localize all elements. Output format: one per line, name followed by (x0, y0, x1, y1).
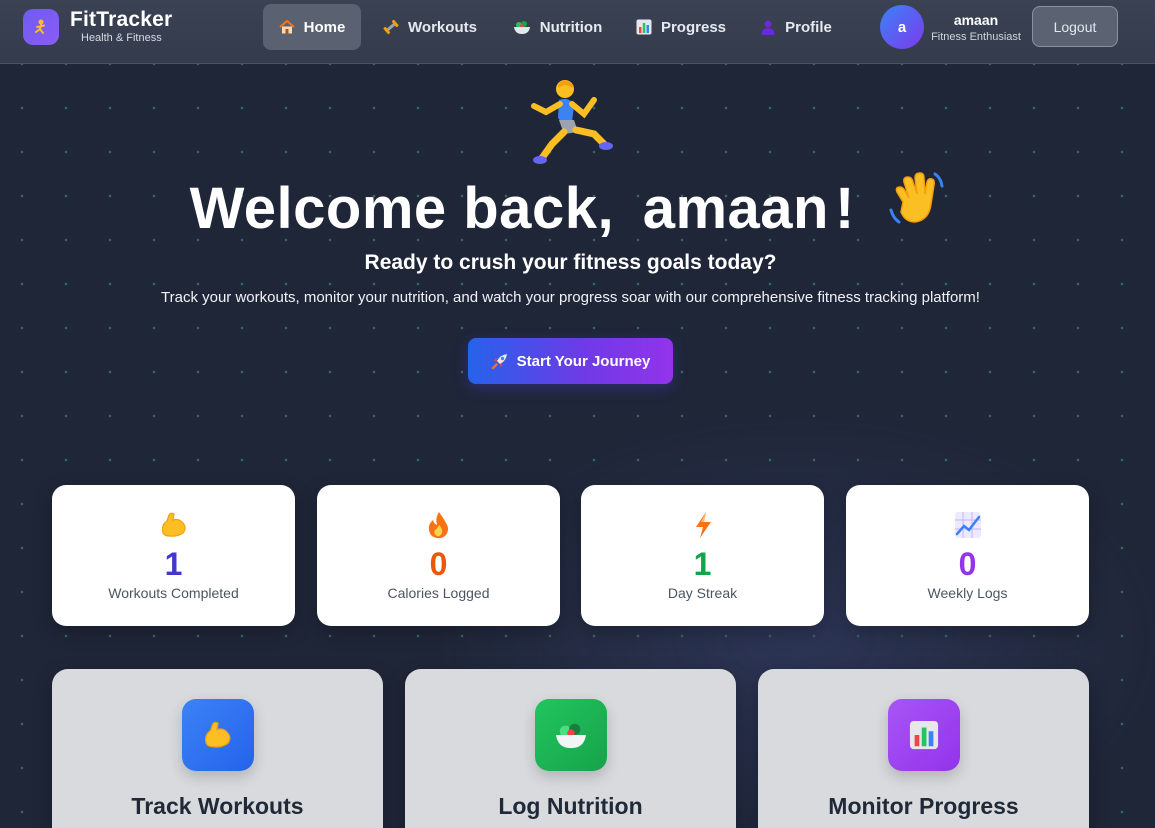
bar-chart-icon (636, 19, 652, 35)
dumbbell-icon (383, 19, 399, 35)
stat-label-calories: Calories Logged (387, 585, 490, 601)
nav-nutrition-label: Nutrition (539, 18, 603, 36)
salad-bowl-icon (535, 699, 607, 771)
feature-card-monitor-progress[interactable]: Monitor Progress (758, 669, 1089, 828)
stat-label-weekly: Weekly Logs (927, 585, 1008, 601)
stat-card-streak: 1 Day Streak (581, 485, 824, 626)
fire-icon (317, 511, 560, 539)
waving-hand-icon (887, 170, 945, 244)
hero-subtitle: Ready to crush your fitness goals today? (364, 251, 777, 274)
bar-chart-icon (888, 699, 960, 771)
stat-value-weekly: 0 (958, 546, 977, 582)
trend-chart-icon (846, 511, 1089, 539)
nav-home[interactable]: Home (263, 4, 361, 50)
stat-label-streak: Day Streak (667, 585, 738, 601)
stat-card-weekly: 0 Weekly Logs (846, 485, 1089, 626)
feature-title-monitor-progress: Monitor Progress (828, 793, 1019, 819)
nav-nutrition[interactable]: Nutrition (500, 4, 615, 50)
stat-value-streak: 1 (693, 546, 712, 582)
start-journey-label: Start Your Journey (516, 352, 651, 370)
rocket-icon (491, 352, 509, 370)
nav-profile[interactable]: Profile (748, 4, 844, 50)
user-role: Fitness Enthusiast (931, 31, 1021, 43)
nav-profile-label: Profile (785, 18, 832, 36)
stat-value-calories: 0 (429, 546, 448, 582)
welcome-prefix: Welcome back, (189, 176, 615, 241)
top-navbar: FitTracker Health & Fitness Home Workout… (0, 0, 1155, 64)
stat-value-workouts: 1 (164, 546, 183, 582)
hero-description: Track your workouts, monitor your nutrit… (161, 289, 980, 306)
welcome-exclamation: ! (834, 176, 855, 241)
nav-home-label: Home (303, 18, 346, 36)
feature-card-log-nutrition[interactable]: Log Nutrition (405, 669, 736, 828)
user-avatar[interactable]: a (880, 5, 924, 49)
brand-name: FitTracker (70, 8, 173, 31)
flexed-biceps-icon (182, 699, 254, 771)
running-person-icon (528, 78, 614, 171)
start-journey-button[interactable]: Start Your Journey (468, 338, 673, 384)
stat-label-workouts: Workouts Completed (108, 585, 239, 601)
logout-button[interactable]: Logout (1032, 6, 1118, 47)
lightning-icon (581, 511, 824, 539)
runner-logo-icon (23, 9, 59, 45)
nav-workouts[interactable]: Workouts (372, 4, 488, 50)
salad-bowl-icon (513, 19, 531, 35)
welcome-user-name: amaan (642, 176, 829, 241)
feature-title-log-nutrition: Log Nutrition (498, 793, 643, 819)
nav-progress-label: Progress (660, 18, 727, 36)
nav-progress[interactable]: Progress (626, 4, 736, 50)
brand-tagline: Health & Fitness (81, 32, 162, 44)
person-icon (760, 19, 776, 35)
stat-card-calories: 0 Calories Logged (317, 485, 560, 626)
feature-card-track-workouts[interactable]: Track Workouts (52, 669, 383, 828)
welcome-heading: Welcome back, amaan! (0, 171, 1135, 250)
house-icon (279, 19, 295, 35)
nav-workouts-label: Workouts (408, 18, 477, 36)
feature-title-track-workouts: Track Workouts (131, 793, 304, 819)
user-name: amaan (953, 12, 999, 28)
stat-card-workouts: 1 Workouts Completed (52, 485, 295, 626)
flexed-biceps-icon (52, 511, 295, 539)
brand[interactable]: FitTracker Health & Fitness (23, 9, 172, 45)
